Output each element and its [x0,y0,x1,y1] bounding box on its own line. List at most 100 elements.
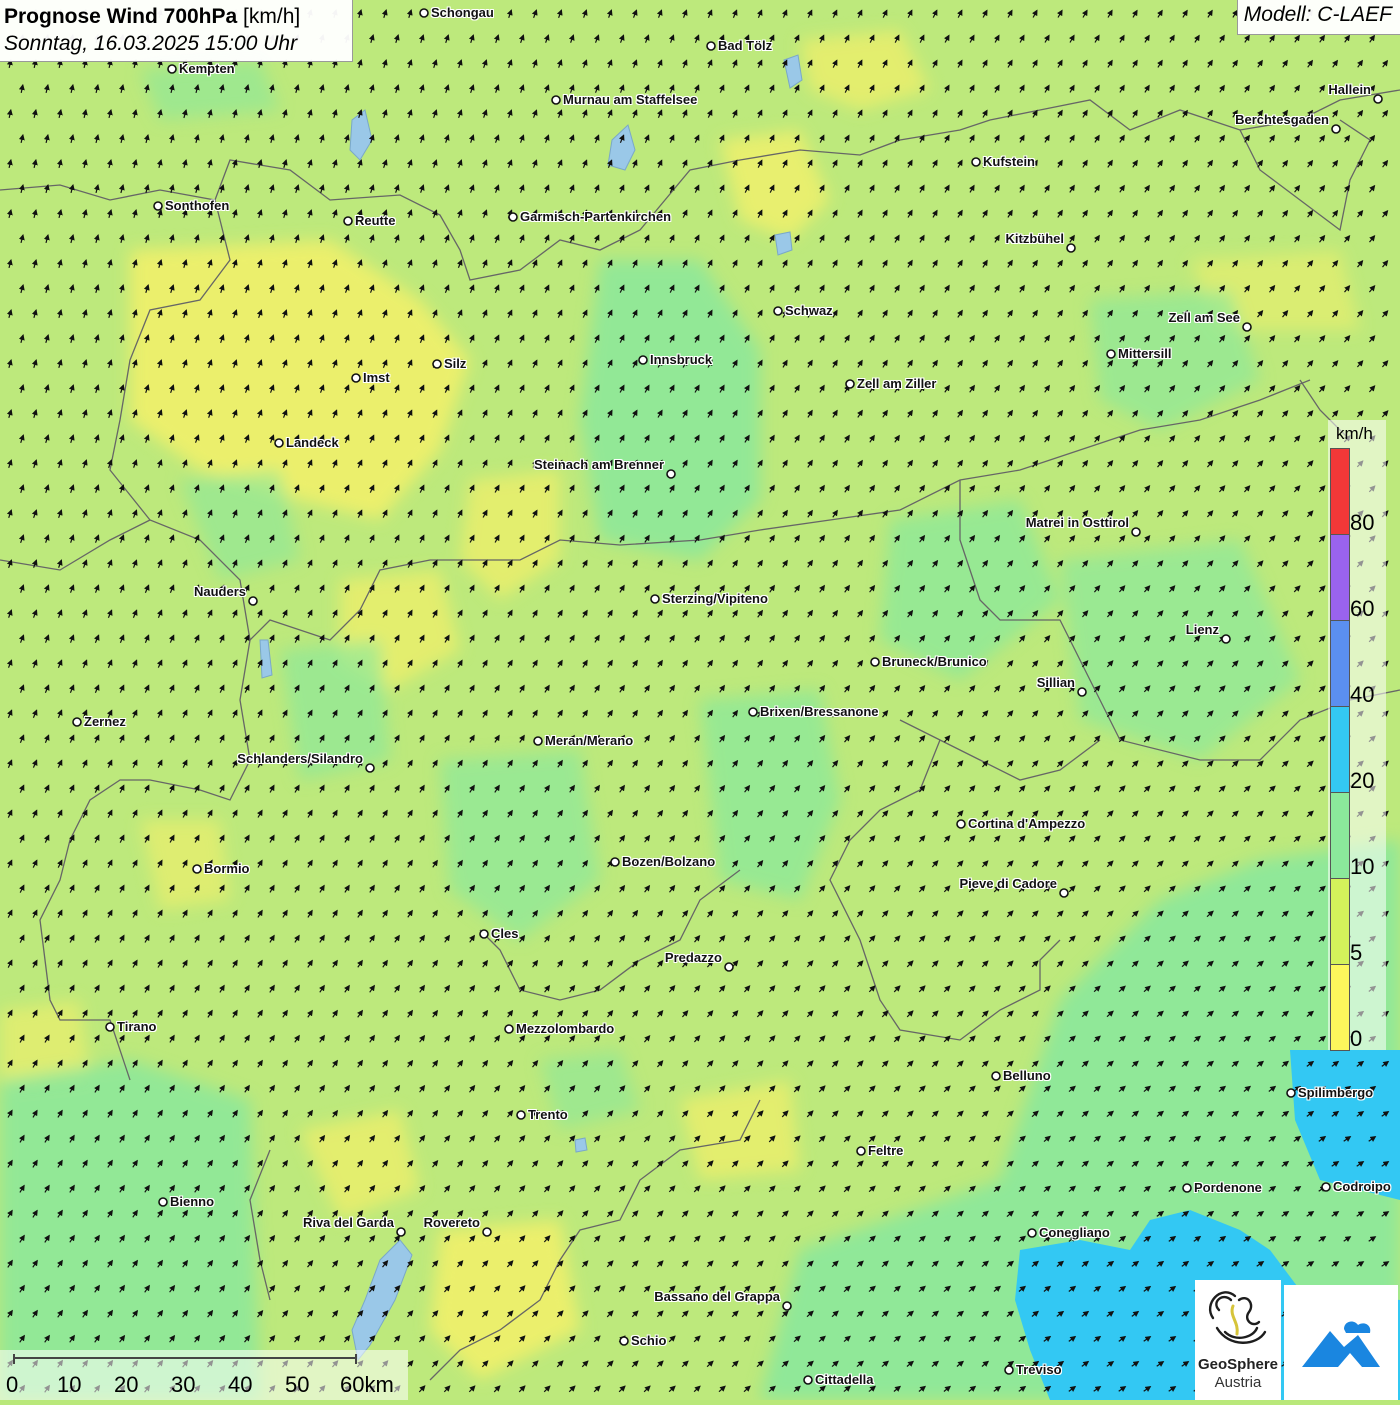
city-label[interactable]: Pordenone [1194,1181,1262,1195]
city-marker [72,717,82,727]
city-label[interactable]: Bruneck/Brunico [882,655,987,669]
city-label[interactable]: Sterzing/Vipiteno [662,592,768,606]
city-marker [504,1024,514,1034]
city-marker [482,1227,492,1237]
city-label[interactable]: Codroipo [1333,1180,1391,1194]
city-label[interactable]: Conegliano [1039,1226,1110,1240]
city-label[interactable]: Garmisch-Partenkirchen [520,210,671,224]
title-box: Prognose Wind 700hPa [km/h] Sonntag, 16.… [0,0,353,62]
city-label[interactable]: Steinach am Brenner [534,458,664,472]
city-marker [650,594,660,604]
city-label[interactable]: Cittadella [815,1373,874,1387]
city-marker [1106,349,1116,359]
city-label[interactable]: Berchtesgaden [1235,113,1329,127]
city-marker [396,1227,406,1237]
city-label[interactable]: Murnau am Staffelsee [563,93,697,107]
city-marker [1027,1228,1037,1238]
city-marker [706,41,716,51]
city-marker [274,438,284,448]
city-label[interactable]: Riva del Garda [303,1216,394,1230]
city-marker [533,736,543,746]
legend-swatch [1330,964,1350,1051]
city-marker [1066,243,1076,253]
city-marker [248,596,258,606]
city-label[interactable]: Zell am See [1168,311,1240,325]
city-label[interactable]: Trento [528,1108,568,1122]
city-marker [351,373,361,383]
city-marker [1242,322,1252,332]
city-label[interactable]: Belluno [1003,1069,1051,1083]
city-label[interactable]: Sillian [1037,676,1075,690]
legend-swatch [1330,706,1350,793]
city-label[interactable]: Bassano del Grappa [654,1290,780,1304]
city-label[interactable]: Schongau [431,6,494,20]
city-label[interactable]: Innsbruck [650,353,712,367]
city-label[interactable]: Matrei in Osttirol [1026,516,1129,530]
city-label[interactable]: Zernez [84,715,126,729]
city-label[interactable]: Bozen/Bolzano [622,855,715,869]
scale-label: 10 [57,1372,82,1397]
city-label[interactable]: Pieve di Cadore [959,877,1057,891]
city-marker [1182,1183,1192,1193]
mountain-cloud-icon [1302,1321,1380,1367]
legend-swatch [1330,448,1350,535]
city-label[interactable]: Zell am Ziller [857,377,936,391]
city-marker [619,1336,629,1346]
city-marker [1221,634,1231,644]
weather-app-logo[interactable] [1284,1285,1398,1400]
city-label[interactable]: Kitzbühel [1006,232,1065,246]
city-label[interactable]: Silz [444,357,466,371]
city-label[interactable]: Reutte [355,214,395,228]
city-label[interactable]: Kufstein [983,155,1035,169]
city-label[interactable]: Rovereto [424,1216,480,1230]
city-label[interactable]: Cles [491,927,518,941]
city-label[interactable]: Mittersill [1118,347,1171,361]
scale-label: 60km [340,1372,394,1397]
city-marker [991,1071,1001,1081]
city-marker [1004,1365,1014,1375]
city-marker [192,864,202,874]
city-label[interactable]: Tirano [117,1020,157,1034]
city-label[interactable]: Bad Tölz [718,39,772,53]
legend-swatch [1330,792,1350,879]
city-label[interactable]: Mezzolombardo [516,1022,614,1036]
scale-label: 40 [228,1372,253,1397]
city-label[interactable]: Hallein [1328,83,1371,97]
city-marker [516,1110,526,1120]
city-label[interactable]: Meran/Merano [545,734,633,748]
city-label[interactable]: Schlanders/Silandro [237,752,363,766]
city-label[interactable]: Sonthofen [165,199,229,213]
city-marker [479,929,489,939]
city-marker [1331,124,1341,134]
legend-unit: km/h [1336,424,1373,443]
city-marker [508,212,518,222]
city-marker [1373,94,1383,104]
city-label[interactable]: Landeck [286,436,339,450]
city-marker [432,359,442,369]
city-label[interactable]: Cortina d'Ampezzo [968,817,1085,831]
geosphere-country: Austria [1214,1374,1262,1391]
city-label[interactable]: Spilimbergo [1298,1086,1373,1100]
city-label[interactable]: Kempten [179,62,235,76]
city-label[interactable]: Treviso [1016,1363,1062,1377]
city-label[interactable]: Schio [631,1334,666,1348]
city-label[interactable]: Nauders [194,585,246,599]
city-label[interactable]: Imst [363,371,390,385]
city-marker [1077,687,1087,697]
city-marker [803,1375,813,1385]
city-marker [1059,888,1069,898]
city-marker [773,306,783,316]
city-label[interactable]: Brixen/Bressanone [760,705,879,719]
city-label[interactable]: Lienz [1186,623,1219,637]
legend-swatch [1330,878,1350,965]
city-label[interactable]: Schwaz [785,304,833,318]
city-label[interactable]: Feltre [868,1144,903,1158]
city-marker [419,8,429,18]
city-marker [748,707,758,717]
city-label[interactable]: Predazzo [665,951,722,965]
city-label[interactable]: Bormio [204,862,250,876]
city-marker [782,1301,792,1311]
city-label[interactable]: Bienno [170,1195,214,1209]
scale-label: 0 [6,1372,19,1397]
city-marker [167,64,177,74]
